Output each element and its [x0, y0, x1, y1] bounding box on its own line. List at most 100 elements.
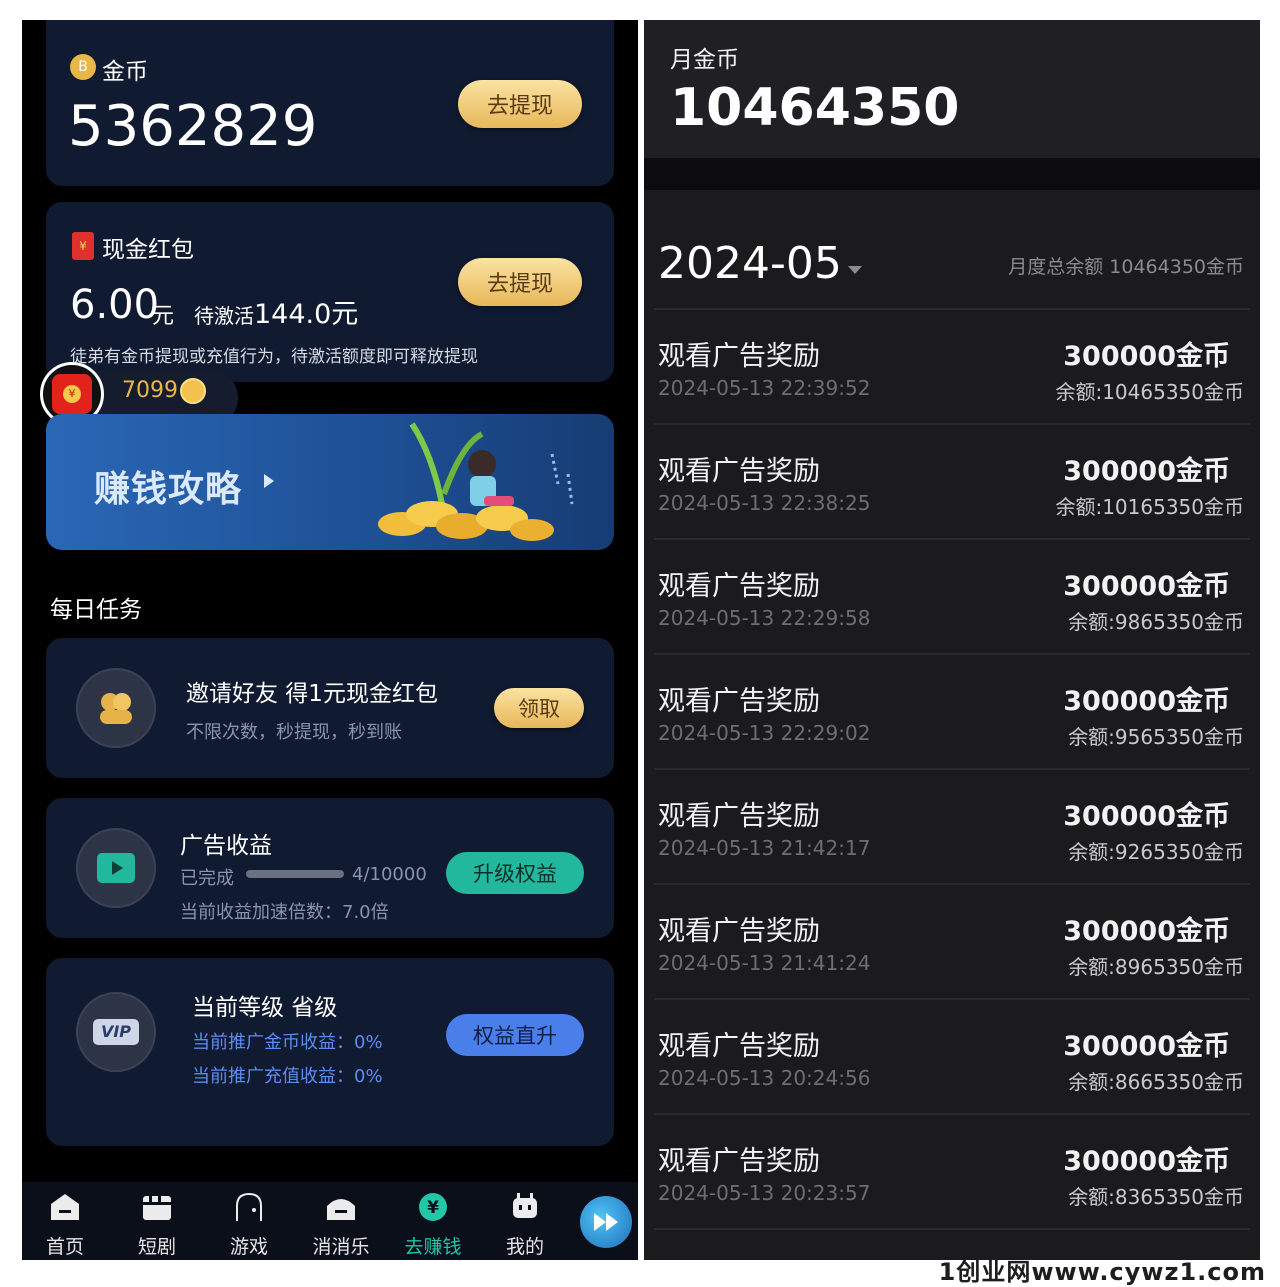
red-packet-icon: ¥: [72, 232, 94, 260]
record-title: 观看广告奖励: [658, 679, 820, 718]
record-balance: 余额:10165350金币: [1055, 491, 1244, 520]
floating-coins-value: 7099: [122, 378, 178, 403]
record-time: 2024-05-13 20:23:57: [658, 1181, 870, 1205]
cash-note: 徒弟有金币提现或充值行为，待激活额度即可释放提现: [70, 342, 478, 367]
profile-robot-icon: [508, 1192, 542, 1222]
earn-page: B 金币 5362829 去提现 ¥ 现金红包 6.00 元 待激活 144.0…: [22, 20, 638, 1260]
nav-games[interactable]: 游戏: [214, 1190, 284, 1258]
divider-band: [644, 158, 1260, 190]
svg-text:¥: ¥: [427, 1198, 439, 1218]
progress-label: 已完成: [180, 864, 234, 890]
banner-title: 赚钱攻略: [94, 460, 242, 512]
play-video-icon: [76, 828, 156, 908]
record-balance: 余额:9865350金币: [1068, 606, 1244, 635]
task-ad-income: 广告收益 已完成 4/10000 当前收益加速倍数：7.0倍 升级权益: [46, 798, 614, 938]
record-title: 观看广告奖励: [658, 909, 820, 948]
daily-tasks-title: 每日任务: [50, 590, 142, 624]
chevron-down-icon[interactable]: [848, 266, 862, 274]
record-title: 观看广告奖励: [658, 1139, 820, 1178]
withdraw-coins-button[interactable]: 去提现: [458, 80, 582, 128]
promo-recharge-income: 当前推广充值收益：0%: [192, 1062, 383, 1088]
multiplier-text: 当前收益加速倍数：7.0倍: [180, 898, 389, 924]
record-row[interactable]: 观看广告奖励2024-05-13 22:38:25300000金币余额:1016…: [654, 425, 1250, 540]
cash-unit: 元: [152, 298, 174, 330]
month-summary: 月度总余额 10464350金币: [1008, 252, 1244, 279]
record-row[interactable]: 观看广告奖励 2024-05-13 21:41:24 300000金币余额:8965…: [654, 885, 1250, 1000]
record-row[interactable]: 观看广告奖励2024-05-13 22:29:02300000金币余额:9565…: [654, 655, 1250, 770]
record-row[interactable]: 观看广告奖励2024-05-13 22:39:52300000金币余额:1046…: [654, 310, 1250, 425]
nav-earn[interactable]: ¥ 去赚钱: [398, 1190, 468, 1258]
record-time: 2024-05-13 20:24:56: [658, 1066, 870, 1090]
month-header: 月金币 10464350: [644, 20, 1260, 158]
clapperboard-icon: [140, 1192, 174, 1222]
record-amount: 300000金币: [1063, 334, 1230, 373]
cash-card: ¥ 现金红包 6.00 元 待激活 144.0元 徒弟有金币提现或充值行为，待激…: [46, 202, 614, 382]
month-coins-label: 月金币: [670, 40, 739, 74]
record-amount: 300000金币: [1063, 1024, 1230, 1063]
coin-icon: B: [70, 54, 96, 80]
home-icon: [48, 1192, 82, 1222]
withdraw-cash-button[interactable]: 去提现: [458, 258, 582, 306]
fast-forward-mascot-icon[interactable]: [580, 1196, 632, 1248]
coin-pile-illustration: [372, 414, 582, 550]
cash-amount: 6.00: [70, 282, 159, 328]
nav-short-drama[interactable]: 短剧: [122, 1190, 192, 1258]
cash-label: 现金红包: [102, 230, 194, 264]
nav-label: 我的: [490, 1232, 560, 1259]
record-balance: 余额:8365350金币: [1068, 1181, 1244, 1210]
progress-text: 4/10000: [352, 864, 427, 885]
record-title: 观看广告奖励: [658, 334, 820, 373]
claim-button[interactable]: 领取: [494, 688, 584, 728]
record-balance: 余额:10465350金币: [1055, 376, 1244, 405]
bottom-nav: 首页 短剧 游戏 消消乐 ¥ 去赚钱 我的: [22, 1182, 638, 1260]
record-balance: 余额:8665350金币: [1068, 1066, 1244, 1095]
coins-value: 5362829: [68, 94, 317, 159]
record-row[interactable]: 观看广告奖励2024-05-13 22:29:58300000金币余额:9865…: [654, 540, 1250, 655]
nav-home[interactable]: 首页: [30, 1190, 100, 1258]
record-amount: 300000金币: [1063, 794, 1230, 833]
nav-label: 去赚钱: [398, 1232, 468, 1259]
record-time: 2024-05-13 22:29:58: [658, 606, 870, 630]
month-coins-total: 10464350: [670, 78, 959, 138]
promo-coin-income: 当前推广金币收益：0%: [192, 1028, 383, 1054]
invite-subtitle: 不限次数，秒提现，秒到账: [186, 718, 402, 744]
record-title: 观看广告奖励: [658, 794, 820, 833]
upgrade-rights-button[interactable]: 升级权益: [446, 852, 584, 894]
rights-upgrade-button[interactable]: 权益直升: [446, 1014, 584, 1056]
record-time: 2024-05-13 21:41:24: [658, 951, 870, 975]
nav-match-game[interactable]: 消消乐: [306, 1190, 376, 1258]
record-balance: 余额:8965350金币: [1068, 951, 1244, 980]
record-amount: 300000金币: [1063, 1139, 1230, 1178]
record-title: 观看广告奖励: [658, 449, 820, 488]
record-amount: 300000金币: [1063, 909, 1230, 948]
record-time: 2024-05-13 22:38:25: [658, 491, 870, 515]
nav-mine[interactable]: 我的: [490, 1190, 560, 1258]
game-door-icon: [232, 1192, 266, 1222]
earn-guide-banner[interactable]: 赚钱攻略: [46, 414, 614, 550]
level-title: 当前等级 省级: [192, 988, 337, 1022]
record-title: 观看广告奖励: [658, 1024, 820, 1063]
nav-label: 游戏: [214, 1232, 284, 1259]
coins-card: B 金币 5362829 去提现: [46, 20, 614, 186]
progress-bar: [246, 870, 344, 878]
record-row[interactable]: 观看广告奖励2024-05-13 21:42:17300000金币余额:9265…: [654, 770, 1250, 885]
yuan-coin-icon: ¥: [416, 1192, 450, 1222]
pending-value: 144.0元: [254, 292, 358, 331]
nav-label: 首页: [30, 1232, 100, 1259]
coin-icon: [180, 378, 206, 404]
record-time: 2024-05-13 21:42:17: [658, 836, 870, 860]
record-balance: 余额:9565350金币: [1068, 721, 1244, 750]
ad-income-title: 广告收益: [180, 826, 272, 860]
coin-record-page: 月金币 10464350 2024-05 月度总余额 10464350金币 观看…: [644, 20, 1260, 1260]
pending-label: 待激活: [194, 300, 254, 329]
month-selector[interactable]: 2024-05: [658, 238, 842, 294]
nav-label: 短剧: [122, 1232, 192, 1259]
red-packet-icon: ¥: [52, 374, 92, 414]
record-row[interactable]: 观看广告奖励 2024-05-13 20:23:57 300000金币余额:8365…: [654, 1115, 1250, 1230]
record-amount: 300000金币: [1063, 679, 1230, 718]
match-game-icon: [324, 1192, 358, 1222]
record-amount: 300000金币: [1063, 564, 1230, 603]
record-row[interactable]: 观看广告奖励 2024-05-13 20:24:56 300000金币余额:8665…: [654, 1000, 1250, 1115]
coins-label: 金币: [102, 52, 148, 86]
task-invite: 邀请好友 得1元现金红包 不限次数，秒提现，秒到账 领取: [46, 638, 614, 778]
